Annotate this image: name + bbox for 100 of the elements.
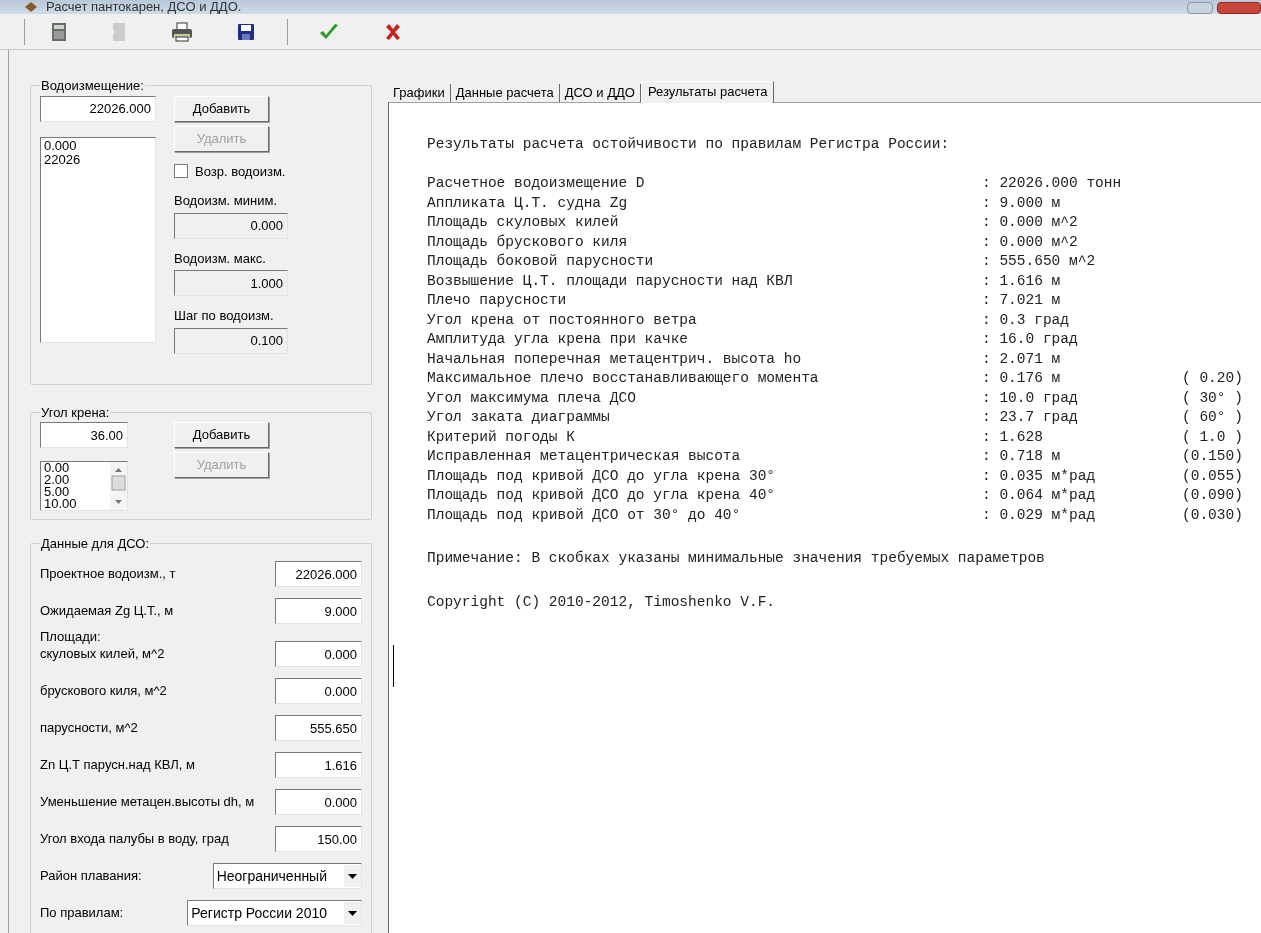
number-field[interactable]: 9.000	[275, 598, 362, 624]
displacement-field[interactable]: 22026.000	[40, 95, 156, 122]
result-value: : 7.021 м	[982, 291, 1062, 310]
calculator-icon[interactable]	[51, 21, 67, 42]
tab[interactable]: Результаты расчета	[640, 81, 775, 103]
number-field[interactable]: 0.000	[275, 641, 362, 667]
result-value: : 0.035 м*рад	[982, 466, 1097, 486]
number-field[interactable]: 1.616	[275, 752, 362, 778]
result-label: Исправленная метацентрическая высота	[427, 447, 742, 466]
list-item[interactable]: 10.00	[44, 498, 110, 510]
number-field[interactable]: 0.000	[275, 678, 362, 704]
copyright-text: Copyright (C) 2010-2012, Timoshenko V.F.	[427, 592, 777, 612]
result-minimum: (0.090)	[1182, 486, 1243, 505]
dropdown[interactable]: Неограниченный	[212, 863, 362, 889]
results-text-area[interactable]	[388, 102, 1261, 933]
number-field[interactable]: 0.000	[275, 789, 362, 815]
result-label: Площадь брускового киля	[427, 232, 629, 252]
scrollbar[interactable]	[110, 462, 127, 510]
result-label: Площадь под кривой ДСО до угла крена 30°	[427, 466, 777, 486]
field-label: Район плавания:	[40, 867, 142, 886]
field-label: Угол входа палубы в воду, град	[40, 830, 229, 849]
result-value: : 0.000 м^2	[982, 232, 1079, 252]
field-label: Водоизм. миним.	[174, 192, 278, 210]
result-label: Площадь скуловых килей	[427, 213, 620, 232]
result-label: Площадь боковой парусности	[427, 252, 655, 271]
result-value: : 16.0 град	[982, 330, 1079, 349]
caret-icon[interactable]	[344, 902, 361, 924]
printer-icon[interactable]	[171, 21, 193, 42]
result-value: : 0.029 м*рад	[982, 505, 1097, 525]
list-item[interactable]: 0.00	[44, 462, 110, 474]
number-field[interactable]: 555.650	[275, 715, 362, 741]
field-label: парусности, м^2	[40, 719, 138, 738]
result-minimum: (0.030)	[1182, 505, 1243, 525]
result-minimum: (0.055)	[1182, 466, 1243, 486]
result-value: : 22026.000 тонн	[982, 174, 1123, 193]
close-icon[interactable]	[384, 22, 402, 41]
result-label: Возвышение Ц.Т. площади парусности над КВЛ	[427, 271, 794, 291]
dropdown[interactable]: Регистр России 2010	[187, 900, 362, 926]
field-label: По правилам:	[40, 904, 124, 923]
result-value: : 9.000 м	[982, 193, 1062, 213]
number-field[interactable]: 150.00	[275, 826, 362, 852]
result-label: Аппликата Ц.Т. судна Zg	[427, 193, 629, 213]
field-label: Водоизм. макс.	[174, 249, 267, 268]
field-label: Zn Ц.Т парусн.над КВЛ, м	[40, 756, 195, 775]
result-minimum: ( 1.0 )	[1182, 427, 1243, 447]
field-label: скуловых килей, м^2	[40, 645, 165, 664]
add-button[interactable]: Добавить	[174, 95, 269, 122]
result-label: Амплитуда угла крена при качке	[427, 330, 690, 349]
field-label: Шаг по водоизм.	[174, 307, 275, 325]
heel-angle-list[interactable]: 0.00 2.00 5.00 10.00	[40, 461, 128, 511]
result-minimum: ( 60° )	[1182, 408, 1243, 427]
field-label: Площади:	[40, 629, 102, 644]
result-value: : 0.064 м*рад	[982, 486, 1097, 505]
result-label: Плечо парусности	[427, 291, 568, 310]
heel-angle-field[interactable]: 36.00	[40, 422, 128, 448]
field-label: Ожидаемая Zg Ц.Т., м	[40, 602, 174, 621]
list-item[interactable]: 2.00	[44, 474, 110, 486]
result-value: : 0.000 м^2	[982, 213, 1079, 232]
result-label: Угол заката диаграммы	[427, 408, 611, 427]
field-label: брускового киля, м^2	[40, 682, 167, 701]
text-cursor	[393, 645, 394, 687]
result-minimum: ( 0.20)	[1182, 369, 1243, 388]
group-title: Угол крена:	[40, 403, 111, 422]
add-button[interactable]: Добавить	[174, 422, 269, 448]
result-minimum: (0.150)	[1182, 447, 1243, 466]
result-value: : 555.650 м^2	[982, 252, 1097, 271]
list-item[interactable]: 0.000	[44, 138, 152, 153]
save-icon[interactable]	[237, 22, 255, 41]
close-button[interactable]	[1217, 2, 1261, 14]
result-label: Площадь под кривой ДСО от 30° до 40°	[427, 505, 742, 525]
result-value: : 1.616 м	[982, 271, 1062, 291]
caret-icon[interactable]	[344, 865, 361, 887]
result-value: : 0.718 м	[982, 447, 1062, 466]
group-title: Данные для ДСО:	[40, 535, 151, 553]
result-label: Максимальное плечо восстанавливающего момента	[427, 369, 820, 388]
checkbox[interactable]	[174, 164, 188, 179]
displacement-list[interactable]: 0.000 22026	[40, 136, 156, 343]
results-note: Примечание: В скобках указаны минимальные значения требуемых параметров	[427, 549, 1046, 568]
result-label: Критерий погоды К	[427, 427, 576, 447]
result-value: : 0.176 м	[982, 369, 1062, 388]
results-title: Результаты расчета остойчивости по правилам Регистра России:	[427, 135, 951, 154]
checkbox-label: Возр. водоизм.	[195, 162, 286, 181]
result-label: Площадь под кривой ДСО до угла крена 40°	[427, 486, 777, 505]
field-label: Уменьшение метацен.высоты dh, м	[40, 793, 255, 812]
dropdown-value: Регистр России 2010	[190, 903, 328, 923]
result-value: : 10.0 град	[982, 388, 1079, 408]
result-label: Начальная поперечная метацентрич. высота ho	[427, 349, 803, 369]
number-field[interactable]: 22026.000	[275, 561, 362, 587]
dropdown-value: Неограниченный	[215, 866, 328, 886]
result-value: : 2.071 м	[982, 349, 1062, 369]
result-value: : 0.3 град	[982, 310, 1070, 330]
group-title: Водоизмещение:	[40, 77, 145, 95]
result-value: : 1.628	[982, 427, 1044, 447]
result-label: Угол крена от постоянного ветра	[427, 310, 698, 330]
window-title: Расчет пантокарен, ДСО и ДДО.	[46, 0, 242, 14]
list-item[interactable]: 5.00	[44, 486, 110, 498]
list-item[interactable]: 22026	[44, 152, 152, 167]
result-label: Угол максимума плеча ДСО	[427, 388, 637, 408]
result-minimum: ( 30° )	[1182, 388, 1243, 408]
field-label: Проектное водоизм., т	[40, 565, 176, 584]
